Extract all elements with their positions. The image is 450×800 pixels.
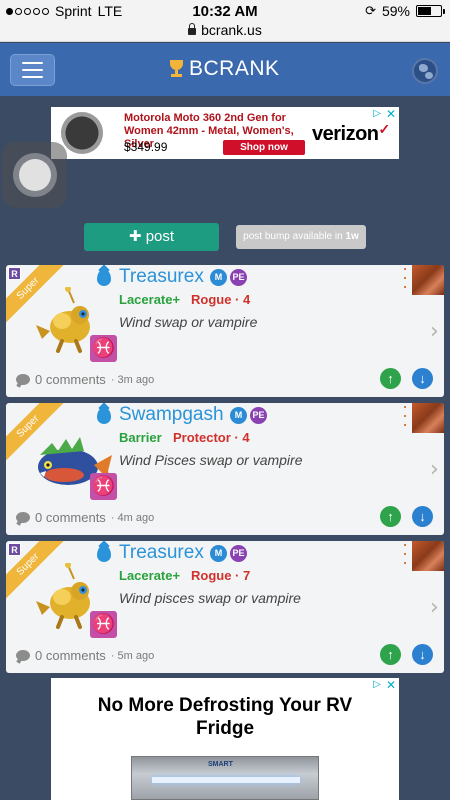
plus-icon: ✚: [128, 228, 146, 245]
monster-name[interactable]: Treasurex: [119, 266, 204, 288]
ad-headline: No More Defrosting Your RV Fridge: [97, 695, 353, 739]
water-element-icon: [97, 545, 111, 562]
comment-count: 0 comments: [35, 510, 106, 525]
ad-banner-top[interactable]: Motorola Moto 360 2nd Gen for Women 42mm…: [51, 107, 399, 159]
rank-badge: R: [8, 267, 21, 280]
more-options-icon[interactable]: [404, 406, 407, 432]
ad-close-icon[interactable]: ✕: [385, 108, 397, 120]
watch-image: [61, 112, 103, 154]
pisces-sign-icon: ♓: [90, 473, 117, 500]
monster-role: Protector · 4: [173, 430, 250, 445]
brand-name: BCRANK: [189, 57, 280, 80]
app-navbar: BCRANK: [0, 43, 450, 96]
pisces-sign-icon: ♓: [90, 611, 117, 638]
shop-now-button[interactable]: Shop now: [223, 140, 305, 155]
comment-bubble-icon: [16, 374, 30, 385]
hamburger-menu-button[interactable]: [10, 54, 55, 86]
bump-time: 1w: [345, 231, 359, 242]
post-button[interactable]: ✚ post: [84, 223, 219, 251]
water-element-icon: [97, 269, 111, 286]
brand-logo[interactable]: BCRANK: [168, 57, 280, 81]
ad-brand-logo: verizon✓: [312, 121, 391, 146]
rank-badge: R: [8, 543, 21, 556]
upvote-button[interactable]: ↑: [380, 506, 401, 527]
tag-m-badge: M: [230, 407, 247, 424]
downvote-button[interactable]: ↓: [412, 506, 433, 527]
comment-count: 0 comments: [35, 372, 106, 387]
url-bar[interactable]: bcrank.us: [0, 22, 450, 42]
tag-m-badge: M: [210, 545, 227, 562]
adchoices-icon[interactable]: ▷: [371, 108, 383, 120]
monster-skill: Barrier: [119, 430, 162, 445]
post-time: · 3m ago: [110, 373, 155, 386]
pisces-sign-icon: ♓: [90, 335, 117, 362]
tag-pe-badge: PE: [230, 545, 247, 562]
ad-product-image: SMART: [131, 756, 319, 800]
post-card[interactable]: Super R ♓ Treasurex M PE Lacerate+ Rogue…: [6, 265, 444, 397]
post-description: Wind swap or vampire: [119, 314, 258, 330]
post-description: Wind Pisces swap or vampire: [119, 452, 303, 468]
monster-skill: Lacerate+: [119, 292, 181, 307]
chevron-right-icon[interactable]: ›: [430, 319, 439, 344]
battery-percent: 59%: [381, 3, 410, 19]
upvote-button[interactable]: ↑: [380, 368, 401, 389]
more-options-icon[interactable]: [404, 268, 407, 294]
chevron-right-icon[interactable]: ›: [430, 457, 439, 482]
user-avatar[interactable]: [412, 541, 444, 571]
chevron-right-icon[interactable]: ›: [430, 595, 439, 620]
battery-icon: [416, 5, 445, 17]
bump-text: post bump available in: [243, 231, 343, 242]
downvote-button[interactable]: ↓: [412, 644, 433, 665]
comment-count: 0 comments: [35, 648, 106, 663]
monster-role: Rogue · 7: [191, 568, 251, 583]
post-time: · 4m ago: [110, 511, 155, 524]
status-right: ⟳ 59%: [365, 3, 445, 19]
trophy-icon: [168, 60, 185, 78]
url-text: bcrank.us: [201, 22, 262, 38]
post-description: Wind pisces swap or vampire: [119, 590, 301, 606]
globe-icon[interactable]: [412, 58, 438, 84]
lock-icon: [188, 23, 197, 35]
orientation-lock-icon: ⟳: [365, 3, 376, 18]
ad-banner-bottom[interactable]: ▷ ✕ No More Defrosting Your RV Fridge SM…: [51, 678, 399, 800]
ad-close-icon[interactable]: ✕: [385, 679, 397, 691]
tag-m-badge: M: [210, 269, 227, 286]
comments-link[interactable]: 0 comments · 5m ago: [16, 648, 154, 663]
post-button-label: post: [145, 228, 175, 245]
monster-name[interactable]: Swampgash: [119, 404, 224, 426]
post-card[interactable]: Super R ♓ Treasurex M PE Lacerate+ Rogue…: [6, 541, 444, 673]
comment-bubble-icon: [16, 650, 30, 661]
user-avatar[interactable]: [412, 265, 444, 295]
post-bump-button[interactable]: post bump available in 1w: [236, 225, 366, 249]
monster-role: Rogue · 4: [191, 292, 251, 307]
tag-pe-badge: PE: [250, 407, 267, 424]
assistive-touch-button[interactable]: [2, 142, 67, 208]
tag-pe-badge: PE: [230, 269, 247, 286]
monster-name[interactable]: Treasurex: [119, 542, 204, 564]
downvote-button[interactable]: ↓: [412, 368, 433, 389]
ad-brand-name: verizon: [312, 123, 379, 145]
ad-product-label: SMART: [208, 761, 233, 768]
comments-link[interactable]: 0 comments · 4m ago: [16, 510, 154, 525]
ad-price: $349.99: [124, 140, 168, 154]
more-options-icon[interactable]: [404, 544, 407, 570]
post-card[interactable]: Super ♓ Swampgash M PE Barrier Protector…: [6, 403, 444, 535]
water-element-icon: [97, 407, 111, 424]
post-time: · 5m ago: [110, 649, 155, 662]
comment-bubble-icon: [16, 512, 30, 523]
user-avatar[interactable]: [412, 403, 444, 433]
comments-link[interactable]: 0 comments · 3m ago: [16, 372, 154, 387]
status-bar: Sprint LTE 10:32 AM ⟳ 59%: [0, 0, 450, 22]
upvote-button[interactable]: ↑: [380, 644, 401, 665]
ad-brand-mark: ✓: [378, 121, 391, 137]
adchoices-icon[interactable]: ▷: [371, 679, 383, 691]
monster-skill: Lacerate+: [119, 568, 181, 583]
